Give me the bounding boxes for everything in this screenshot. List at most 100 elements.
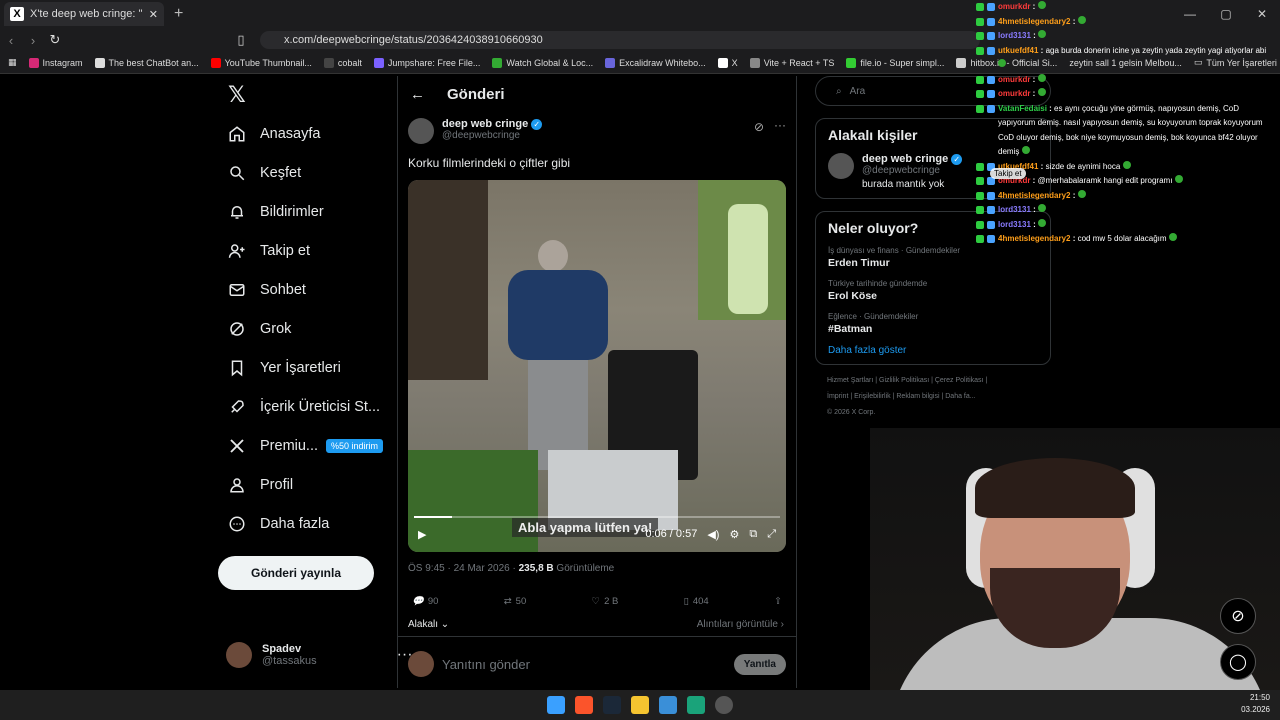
steam-icon[interactable] [603, 696, 621, 714]
badge-icon [987, 32, 995, 40]
chat-username[interactable]: VatanFedaisi [998, 104, 1047, 113]
bookmark-item[interactable]: Jumpshare: Free File... [373, 57, 480, 68]
like-button[interactable]: ♡ 2 B [592, 596, 619, 607]
fullscreen-icon[interactable]: ⤢ [767, 528, 776, 541]
footer-link-row[interactable]: İmprint | Erişilebilirlik | Reklam bilgi… [827, 389, 1051, 405]
footer-links: Hizmet Şartları | Gizlilik Politikası | … [815, 373, 1051, 421]
windows-start-icon[interactable] [547, 696, 565, 714]
sidebar-item-home[interactable]: Anasayfa [218, 114, 398, 153]
system-clock: 21:50 03.2026 [1241, 693, 1270, 714]
emote-icon [1037, 1, 1046, 9]
pip-icon[interactable]: ⧉ [749, 528, 757, 541]
bookmark-item[interactable]: Excalidraw Whitebo... [605, 57, 706, 68]
sidebar-item-search[interactable]: Keşfet [218, 153, 398, 192]
chat-username[interactable]: lord3131 [998, 31, 1031, 40]
chat-username[interactable]: 4hmetislegendary2 [998, 191, 1070, 200]
emote-icon [1174, 175, 1183, 183]
reload-icon[interactable]: ↻ [44, 32, 66, 48]
play-icon[interactable]: ▶ [418, 528, 426, 541]
bell-icon [231, 205, 243, 219]
account-name: Spadev [262, 643, 302, 655]
url-field[interactable]: x.com/deepwebcringe/status/2036424038910… [260, 31, 980, 49]
close-tab-icon[interactable]: ✕ [149, 8, 158, 21]
sidebar-item-profile[interactable]: Profil [218, 465, 398, 504]
chat-username[interactable]: omurkdr [998, 75, 1030, 84]
page-title: Gönderi [447, 85, 505, 103]
chat-username[interactable]: lord3131 [998, 220, 1031, 229]
chat-username[interactable]: lord3131 [998, 205, 1031, 214]
share-icon[interactable]: ⇪ [774, 596, 782, 607]
webcam-overlay [870, 428, 1280, 690]
sidebar-item-label: Premiu... [260, 437, 319, 454]
chat-username[interactable]: omurkdr [998, 89, 1030, 98]
back-arrow-icon[interactable]: ← [410, 86, 425, 103]
trend-item[interactable]: Türkiye tarihinde gündemde Erol Köse [828, 279, 1038, 302]
bookmark-item[interactable]: YouTube Thumbnail... [210, 57, 312, 68]
bookmark-item[interactable]: Instagram [28, 57, 83, 68]
volume-icon[interactable]: ◀) [707, 528, 719, 541]
post-video[interactable]: Abla yapma lütfen ya! ▶ 0:06 / 0:57 ◀) ⚙… [408, 180, 786, 552]
sidebar-item-grok[interactable]: Grok [218, 309, 398, 348]
back-icon[interactable]: ‹ [0, 33, 22, 48]
bookmark-item[interactable]: X [717, 57, 738, 68]
grok-icon[interactable]: ⊘ [754, 120, 764, 134]
folder-icon[interactable] [631, 696, 649, 714]
brave-icon[interactable] [575, 696, 593, 714]
reply-submit-button[interactable]: Yanıtla [733, 653, 786, 675]
reply-sort[interactable]: Alakalı ⌄ [408, 619, 449, 630]
app-icon[interactable] [715, 696, 733, 714]
follow-icon [228, 243, 245, 258]
bookmark-item[interactable]: The best ChatBot an... [94, 57, 199, 68]
chat-username[interactable]: omurkdr [998, 2, 1030, 11]
chat-username[interactable]: utkuefdf41 [998, 46, 1038, 55]
bookmark-item[interactable]: cobalt [323, 57, 362, 68]
author-handle[interactable]: @deepwebcringe [442, 130, 542, 141]
author-avatar[interactable] [408, 118, 434, 144]
chat-username[interactable]: 4hmetislegendary2 [998, 17, 1070, 26]
sidebar-item-label: Profil [260, 476, 294, 493]
grok-fab[interactable]: ⊘ [1220, 598, 1256, 634]
chat-fab[interactable]: ◯ [1220, 644, 1256, 680]
profile-icon [230, 477, 244, 492]
bookmark-item[interactable]: Watch Global & Loc... [492, 57, 593, 68]
chat-username[interactable]: 4hmetislegendary2 [998, 234, 1070, 243]
post-author[interactable]: deep web cringe ✓ @deepwebcringe [408, 118, 543, 144]
new-tab-button[interactable]: + [174, 5, 183, 23]
forward-icon[interactable]: › [22, 33, 44, 48]
bookmark-item[interactable]: Vite + React + TS [749, 57, 834, 68]
emote-icon [1038, 218, 1047, 227]
bookmark-item[interactable]: file.io - Super simpl... [846, 57, 944, 68]
browser-tab[interactable]: X X'te deep web cringe: "Korku fil ✕ [4, 2, 164, 26]
apps-icon[interactable]: ▦ [8, 57, 17, 68]
x-home-logo[interactable]: 𝕏 [218, 76, 398, 114]
account-switcher[interactable]: Spadev @tassakus ··· [226, 642, 413, 668]
reply-button[interactable]: 💬 90 [412, 596, 438, 607]
repost-button[interactable]: ⇄ 50 [504, 596, 527, 607]
search-icon [230, 165, 245, 180]
more-icon [229, 516, 245, 531]
app-icon[interactable] [687, 696, 705, 714]
badge-icon [976, 191, 984, 200]
sidebar-item-x[interactable]: Premiu... %50 indirim [218, 426, 398, 465]
trend-item[interactable]: Eğlence · Gündemdekiler #Batman [828, 312, 1038, 335]
sidebar-item-more[interactable]: Daha fazla [218, 504, 398, 543]
sidebar-item-bookmark[interactable]: Yer İşaretleri [218, 348, 398, 387]
badge-icon [976, 206, 984, 214]
sidebar-item-follow[interactable]: Takip et [218, 231, 398, 270]
sidebar-item-rocket[interactable]: İçerik Üreticisi St... [218, 387, 398, 426]
badge-icon [976, 220, 984, 229]
post-more-icon[interactable]: ··· [774, 118, 786, 132]
footer-link-row[interactable]: Hizmet Şartları | Gizlilik Politikası | … [827, 373, 1051, 389]
settings-icon[interactable]: ⚙ [729, 528, 739, 541]
show-more-link[interactable]: Daha fazla göster [828, 345, 1038, 356]
sidebar-item-bell[interactable]: Bildirimler [218, 192, 398, 231]
app-icon[interactable] [659, 696, 677, 714]
author-name[interactable]: deep web cringe [442, 118, 528, 130]
view-quotes-link[interactable]: Alıntıları görüntüle › [697, 619, 784, 630]
bookmark-page-icon[interactable]: ▯ [230, 32, 252, 48]
sidebar-item-mail[interactable]: Sohbet [218, 270, 398, 309]
bookmark-button[interactable]: ▯ 404 [684, 596, 709, 607]
trend-item[interactable]: İş dünyası ve finans · Gündemdekiler Erde… [828, 246, 1038, 269]
post-button[interactable]: Gönderi yayınla [218, 556, 374, 590]
reply-input[interactable]: Yanıtını gönder [442, 657, 726, 672]
